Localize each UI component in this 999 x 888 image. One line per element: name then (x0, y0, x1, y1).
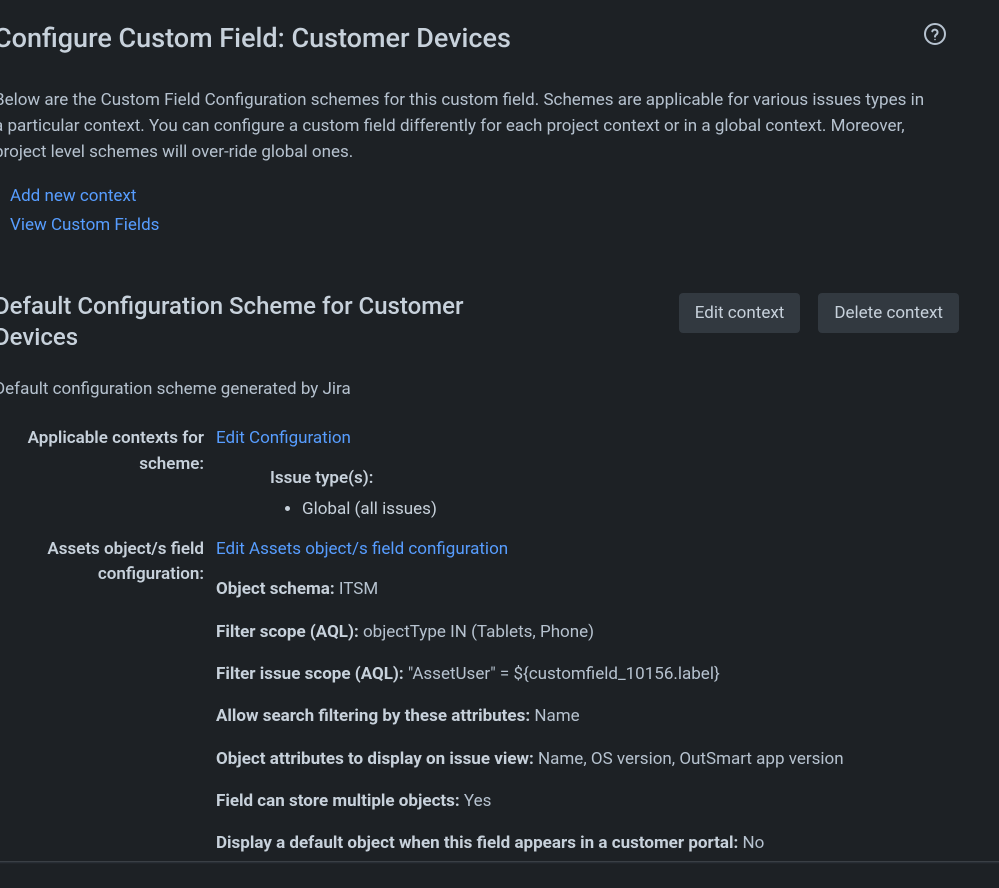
assets-content: Edit Assets object/s field configuration… (216, 537, 999, 873)
issue-types-list: Global (all issues) (270, 497, 959, 523)
spec-item: Object schema: ITSM (216, 576, 959, 602)
issue-type-item: Global (all issues) (302, 497, 959, 523)
assets-spec-list: Object schema: ITSM Filter scope (AQL): … (216, 576, 959, 856)
spec-label: Filter scope (AQL): (216, 622, 359, 642)
contexts-label: Applicable contexts for scheme: (0, 426, 216, 523)
contexts-content: Edit Configuration Issue type(s): Global… (216, 426, 999, 523)
bottom-divider (0, 861, 999, 864)
scheme-title: Default Configuration Scheme for Custome… (0, 291, 534, 353)
edit-configuration-link[interactable]: Edit Configuration (216, 428, 351, 448)
page-header: Configure Custom Field: Customer Devices (0, 0, 999, 59)
spec-value: Name (530, 706, 580, 726)
spec-item: Allow search filtering by these attribut… (216, 703, 959, 729)
spec-item: Field can store multiple objects: Yes (216, 788, 959, 814)
spec-label: Object attributes to display on issue vi… (216, 749, 534, 769)
spec-value: Yes (460, 791, 492, 811)
scheme-description: Default configuration scheme generated b… (0, 377, 999, 403)
edit-assets-config-link[interactable]: Edit Assets object/s field configuration (216, 539, 508, 559)
action-item: Add new context (10, 184, 999, 210)
spec-label: Filter issue scope (AQL): (216, 664, 404, 684)
spec-item: Display a default object when this field… (216, 830, 959, 856)
spec-value: No (738, 833, 764, 853)
assets-label: Assets object/s field configuration: (0, 537, 216, 873)
edit-context-button[interactable]: Edit context (679, 293, 801, 333)
view-custom-fields-link[interactable]: View Custom Fields (10, 215, 159, 235)
help-icon[interactable] (923, 22, 947, 55)
page-title: Configure Custom Field: Customer Devices (0, 18, 511, 59)
spec-value: "AssetUser" = ${customfield_10156.label} (404, 664, 720, 684)
action-list: Add new context View Custom Fields (6, 184, 999, 239)
scheme-buttons: Edit context Delete context (679, 293, 959, 333)
scheme-header: Default Configuration Scheme for Custome… (0, 291, 999, 353)
spec-label: Display a default object when this field… (216, 833, 738, 853)
add-new-context-link[interactable]: Add new context (10, 186, 136, 206)
spec-label: Object schema: (216, 579, 335, 599)
issue-types-block: Issue type(s): Global (all issues) (270, 466, 959, 523)
spec-label: Allow search filtering by these attribut… (216, 706, 530, 726)
delete-context-button[interactable]: Delete context (818, 293, 959, 333)
spec-item: Filter scope (AQL): objectType IN (Table… (216, 619, 959, 645)
config-table: Applicable contexts for scheme: Edit Con… (0, 426, 999, 872)
spec-value: objectType IN (Tablets, Phone) (359, 622, 594, 642)
spec-item: Object attributes to display on issue vi… (216, 746, 959, 772)
spec-value: ITSM (335, 579, 379, 599)
action-item: View Custom Fields (10, 213, 999, 239)
assets-row: Assets object/s field configuration: Edi… (0, 537, 999, 873)
spec-label: Field can store multiple objects: (216, 791, 460, 811)
spec-item: Filter issue scope (AQL): "AssetUser" = … (216, 661, 959, 687)
contexts-row: Applicable contexts for scheme: Edit Con… (0, 426, 999, 523)
page-description: Below are the Custom Field Configuration… (0, 87, 934, 166)
issue-types-label: Issue type(s): (270, 466, 959, 492)
spec-value: Name, OS version, OutSmart app version (534, 749, 844, 769)
